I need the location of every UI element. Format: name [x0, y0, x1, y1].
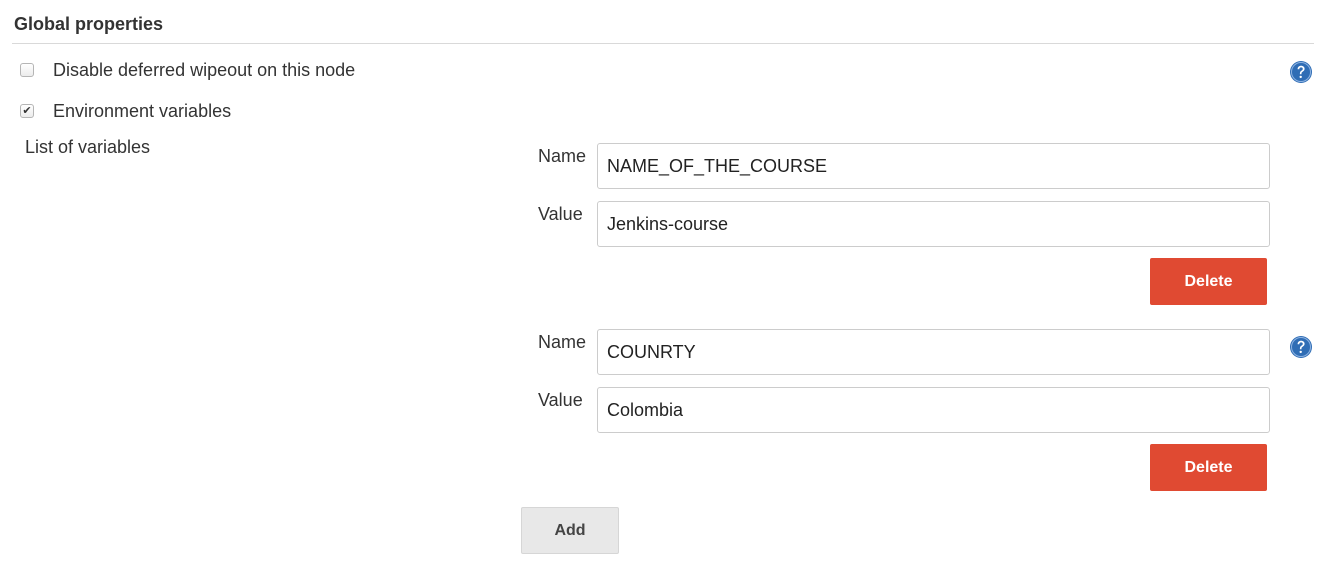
- disable-wipeout-checkbox[interactable]: [20, 63, 34, 77]
- variable-name-input[interactable]: [597, 329, 1270, 375]
- variable-value-input[interactable]: [597, 201, 1270, 247]
- variable-name-label: Name: [538, 146, 587, 166]
- section-divider: [12, 43, 1314, 44]
- variable-value-label: Value: [538, 204, 583, 224]
- delete-variable-button[interactable]: Delete: [1150, 444, 1267, 491]
- variable-name-label: Name: [538, 332, 587, 352]
- disable-wipeout-option[interactable]: Disable deferred wipeout on this node: [20, 58, 355, 82]
- environment-variables-checkbox[interactable]: ✔: [20, 104, 34, 118]
- section-title: Global properties: [14, 14, 164, 34]
- help-icon[interactable]: [1289, 60, 1313, 84]
- delete-variable-button[interactable]: Delete: [1150, 258, 1267, 305]
- variable-value-input[interactable]: [597, 387, 1270, 433]
- variable-value-label: Value: [538, 390, 583, 410]
- disable-wipeout-label: Disable deferred wipeout on this node: [53, 59, 356, 80]
- variable-name-input[interactable]: [597, 143, 1270, 189]
- environment-variables-label: Environment variables: [53, 100, 232, 121]
- list-of-variables-label: List of variables: [25, 137, 151, 157]
- environment-variables-option[interactable]: ✔ Environment variables: [20, 99, 231, 123]
- add-variable-button[interactable]: Add: [521, 507, 619, 554]
- help-icon[interactable]: [1289, 335, 1313, 359]
